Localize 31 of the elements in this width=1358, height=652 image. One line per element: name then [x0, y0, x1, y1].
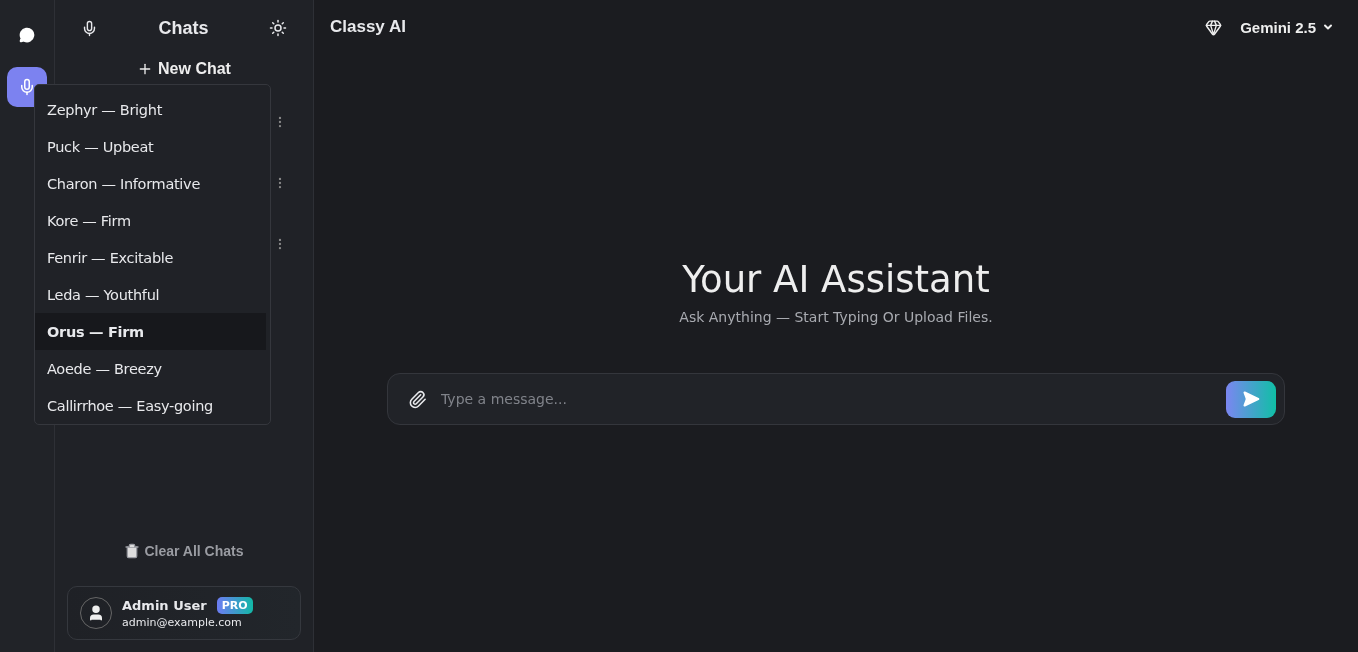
- model-selector[interactable]: Gemini 2.5: [1205, 18, 1334, 36]
- voice-option[interactable]: Fenrir — Excitable: [35, 239, 266, 276]
- message-composer[interactable]: Type a message...: [387, 373, 1285, 425]
- hero-subtitle: Ask Anything — Start Typing Or Upload Files.: [679, 309, 993, 325]
- message-input[interactable]: Type a message...: [439, 390, 1214, 408]
- theme-toggle-button[interactable]: [269, 19, 287, 37]
- new-chat-button[interactable]: New Chat: [129, 56, 239, 82]
- clear-chats-button[interactable]: Clear All Chats: [118, 542, 250, 560]
- attach-button[interactable]: [408, 389, 427, 409]
- sidebar-title: Chats: [158, 17, 209, 39]
- plan-badge: PRO: [216, 597, 253, 614]
- send-icon: [1242, 390, 1260, 408]
- voice-option[interactable]: Aoede — Breezy: [35, 350, 266, 387]
- voice-option[interactable]: Kore — Firm: [35, 202, 266, 239]
- voice-option[interactable]: Callirrhoe — Easy-going: [35, 387, 266, 424]
- send-button[interactable]: [1226, 380, 1276, 418]
- trash-icon: [124, 543, 141, 559]
- voice-option[interactable]: Orus — Firm: [35, 313, 266, 350]
- chat-icon: [19, 27, 35, 43]
- microphone-icon: [18, 78, 36, 96]
- user-name: Admin User: [122, 598, 207, 613]
- voice-option[interactable]: Zephyr — Bright: [35, 91, 266, 128]
- diamond-icon: [1205, 18, 1223, 36]
- paperclip-icon: [408, 389, 427, 409]
- microphone-button[interactable]: [81, 19, 98, 37]
- app-title: Classy AI: [330, 17, 406, 37]
- user-email: admin@example.com: [122, 616, 243, 629]
- voice-option[interactable]: Charon — Informative: [35, 165, 266, 202]
- voice-option[interactable]: Puck — Upbeat: [35, 128, 266, 165]
- voice-option[interactable]: Leda — Youthful: [35, 276, 266, 313]
- hero-title: Your AI Assistant: [682, 258, 990, 301]
